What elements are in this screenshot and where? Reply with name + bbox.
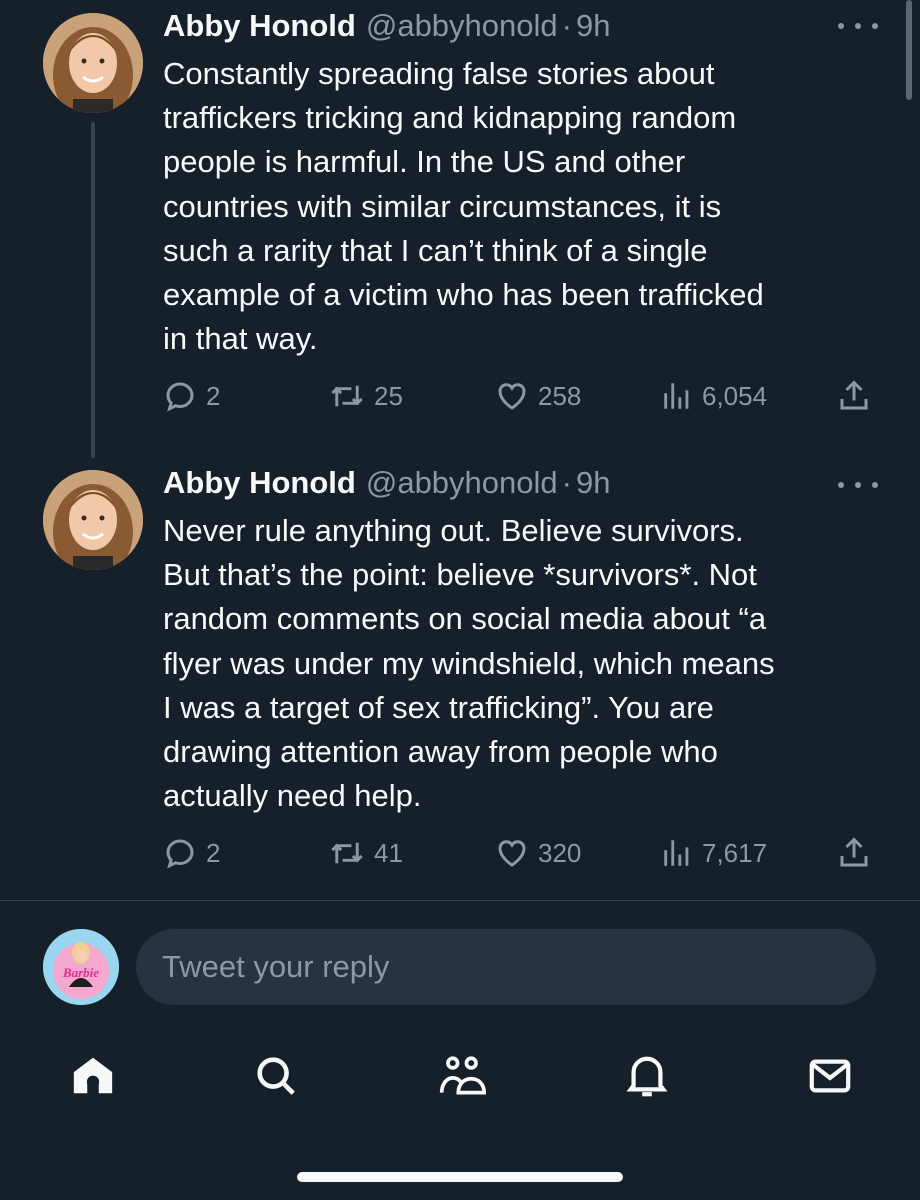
author-handle[interactable]: @abbyhonold <box>366 465 558 501</box>
analytics-icon <box>664 383 689 409</box>
reply-input[interactable]: Tweet your reply <box>136 929 876 1005</box>
heart-icon <box>498 840 526 867</box>
reply-button[interactable]: 2 <box>162 374 220 418</box>
share-icon <box>840 380 868 410</box>
reply-count: 2 <box>206 837 221 868</box>
like-button[interactable]: 320 <box>494 831 581 875</box>
like-count: 320 <box>538 837 582 868</box>
author-handle[interactable]: @abbyhonold <box>366 8 558 44</box>
reply-icon <box>166 839 194 869</box>
views-button[interactable]: 7,617 <box>660 831 767 875</box>
scroll-indicator[interactable] <box>906 0 912 100</box>
author-avatar[interactable] <box>43 470 143 570</box>
retweet-button[interactable]: 25 <box>328 374 403 418</box>
share-button[interactable] <box>836 374 872 418</box>
separator-dot: · <box>561 8 572 43</box>
current-user-avatar[interactable]: Barbie <box>43 929 119 1005</box>
tweet-actions: 2 41 320 7,617 <box>160 831 880 875</box>
view-count: 7,617 <box>702 837 768 868</box>
reply-button[interactable]: 2 <box>162 831 220 875</box>
share-icon <box>840 837 868 867</box>
retweet-count: 25 <box>374 380 403 411</box>
barbie-logo-text: Barbie <box>62 965 99 980</box>
retweet-count: 41 <box>374 837 403 868</box>
reply-icon <box>166 382 194 412</box>
separator-dot: · <box>561 465 572 500</box>
notifications-icon[interactable] <box>623 1052 671 1100</box>
timestamp[interactable]: 9h <box>576 8 610 44</box>
communities-icon[interactable] <box>438 1052 486 1100</box>
author-avatar[interactable] <box>43 13 143 113</box>
retweet-icon <box>331 385 363 407</box>
tweet-header: Abby Honold @abbyhonold · 9h <box>163 465 610 505</box>
analytics-icon <box>664 840 689 866</box>
thread-connector-line <box>91 122 95 458</box>
heart-icon <box>498 383 526 410</box>
tweet-actions: 2 25 258 6,054 <box>160 374 880 418</box>
tweet-header: Abby Honold @abbyhonold · 9h <box>163 8 610 48</box>
home-indicator[interactable] <box>297 1172 623 1182</box>
like-button[interactable]: 258 <box>494 374 581 418</box>
retweet-icon <box>331 842 363 864</box>
search-icon[interactable] <box>252 1052 300 1100</box>
view-count: 6,054 <box>702 380 768 411</box>
tweet-text: Constantly spreading false stories about… <box>163 56 764 357</box>
author-name[interactable]: Abby Honold <box>163 8 356 44</box>
tweet-text: Never rule anything out. Believe survivo… <box>163 513 775 814</box>
more-options-icon[interactable] <box>838 475 878 495</box>
like-count: 258 <box>538 380 582 411</box>
retweet-button[interactable]: 41 <box>328 831 403 875</box>
author-name[interactable]: Abby Honold <box>163 465 356 501</box>
views-button[interactable]: 6,054 <box>660 374 767 418</box>
divider <box>0 900 920 901</box>
timestamp[interactable]: 9h <box>576 465 610 501</box>
share-button[interactable] <box>836 831 872 875</box>
more-options-icon[interactable] <box>838 16 878 36</box>
reply-placeholder: Tweet your reply <box>162 949 390 984</box>
home-icon[interactable] <box>69 1052 117 1100</box>
reply-count: 2 <box>206 380 221 411</box>
messages-icon[interactable] <box>806 1052 854 1100</box>
